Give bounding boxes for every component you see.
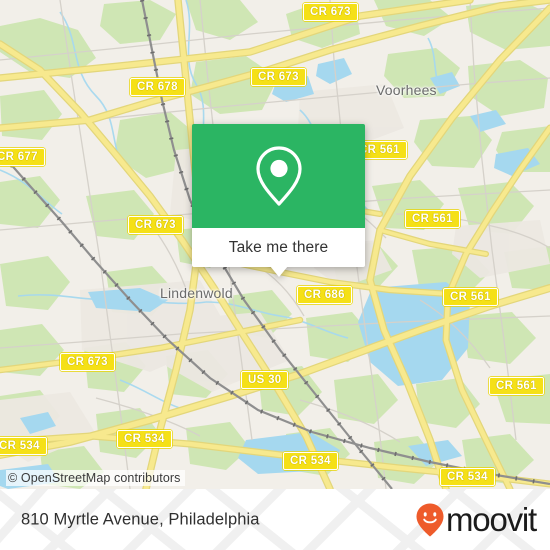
route-shield: CR 561 [489, 377, 544, 396]
callout-pointer [270, 266, 288, 277]
moovit-map-screen: Voorhees Lindenwold CR 673 CR 673 CR 678… [0, 0, 550, 550]
moovit-pin-icon [416, 503, 444, 536]
route-shield: CR 673 [251, 68, 306, 87]
osm-attribution[interactable]: © OpenStreetMap contributors [6, 470, 185, 486]
destination-callout[interactable]: Take me there [192, 124, 365, 277]
route-shield: CR 534 [0, 437, 47, 456]
route-shield: CR 673 [128, 216, 183, 235]
route-shield: CR 673 [60, 353, 115, 372]
take-me-there-button[interactable]: Take me there [192, 228, 365, 267]
route-shield: CR 534 [117, 430, 172, 449]
route-shield: CR 686 [297, 286, 352, 305]
route-shield: CR 677 [0, 148, 45, 167]
route-shield: US 30 [241, 371, 289, 390]
moovit-logo[interactable]: moovit [415, 501, 537, 538]
map-pin-icon [255, 146, 302, 206]
address-text: 810 Myrtle Avenue, Philadelphia [21, 510, 260, 528]
callout-image-area [192, 124, 365, 228]
footer-bar: 810 Myrtle Avenue, Philadelphia moovit [0, 489, 550, 550]
map-label-town: Lindenwold [160, 285, 233, 301]
route-shield: CR 534 [440, 468, 495, 487]
moovit-wordmark: moovit [446, 501, 537, 538]
route-shield: CR 673 [303, 3, 358, 22]
take-me-there-label: Take me there [228, 238, 329, 256]
route-shield: CR 561 [443, 288, 498, 307]
route-shield: CR 678 [130, 78, 185, 97]
route-shield: CR 534 [283, 452, 338, 471]
route-shield: CR 561 [405, 210, 460, 229]
map-label-town: Voorhees [376, 82, 437, 98]
